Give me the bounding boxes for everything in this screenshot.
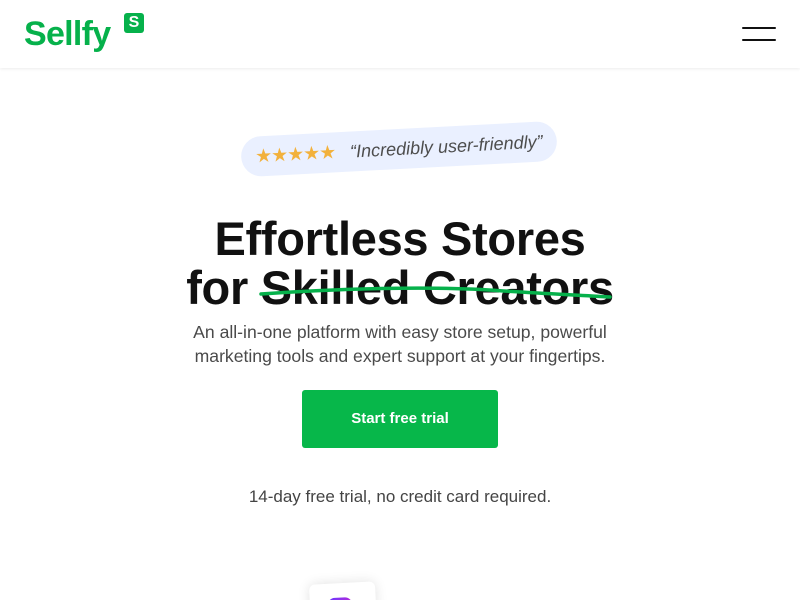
hero-section: ★★★★★ “Incredibly user-friendly” Effortl… [0,68,800,600]
review-badge: ★★★★★ “Incredibly user-friendly” [240,120,558,178]
sellfy-logo[interactable]: Sellfy S [24,13,150,55]
menu-button[interactable] [742,24,776,44]
five-star-rating-icon: ★★★★★ [254,141,336,168]
hamburger-menu-icon [742,27,776,29]
landing-page: Sellfy S ★★★★★ “Incredibly user-friendly… [0,0,800,600]
social-preview-card [308,581,378,600]
hero-description: An all-in-one platform with easy store s… [193,321,607,366]
logo-badge: S [124,13,144,33]
review-quote: “Incredibly user-friendly” [349,131,544,162]
headline-underline-decoration [259,286,612,299]
logo-wordmark: Sellfy [24,15,111,53]
hamburger-menu-icon [742,39,776,41]
instagram-icon [327,597,354,600]
site-header: Sellfy S [0,0,800,68]
start-free-trial-button[interactable]: Start free trial [302,390,498,448]
headline-line-1: Effortless Stores [214,212,586,266]
trial-note: 14-day free trial, no credit card requir… [248,487,552,506]
